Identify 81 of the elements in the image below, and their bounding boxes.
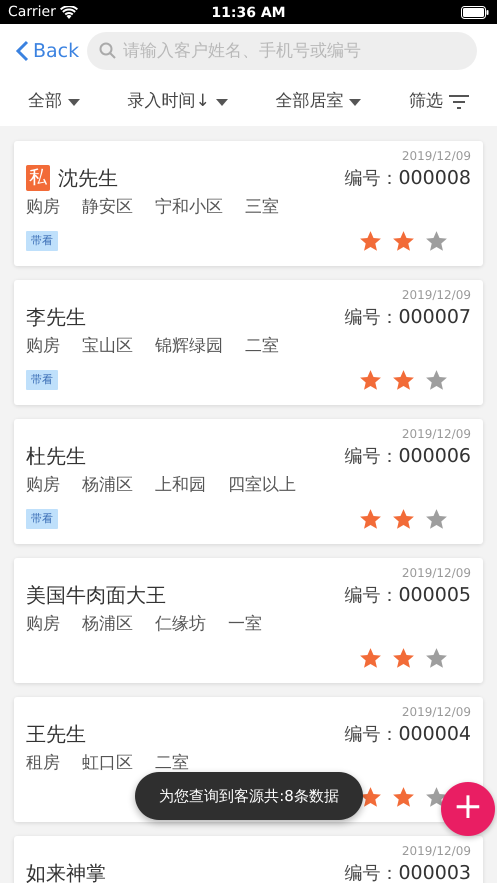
detail-text: 虹口区: [82, 752, 133, 776]
caret-icon: [68, 98, 80, 106]
detail-text: 杨浦区: [82, 613, 133, 636]
tag-badge: 带看: [26, 230, 58, 252]
battery-icon: [461, 6, 489, 18]
chevron-left-icon: [16, 40, 29, 62]
detail-text: 三室: [245, 196, 279, 220]
detail-text: 锦辉绿园: [155, 335, 223, 358]
detail-text: 宝山区: [82, 335, 133, 358]
customer-card[interactable]: 2019/12/09 杜先生 编号：000006 购房 杨浦区 上和园 四室以上 带看: [14, 419, 483, 544]
detail-text: 二室: [245, 335, 279, 358]
number-label: 编号：: [344, 862, 398, 883]
tag-badge: 带看: [26, 508, 58, 530]
date-label: 2019/12/09: [400, 566, 471, 580]
search-icon: [99, 42, 116, 59]
detail-text: 杨浦区: [82, 474, 133, 498]
customer-number: 000004: [398, 722, 471, 747]
customer-name: 如来神掌: [26, 860, 106, 883]
star-filled-icon: [391, 646, 416, 670]
date-label: 2019/12/09: [400, 427, 471, 441]
carrier-label: Carrier: [8, 2, 56, 22]
customer-name: 李先生: [26, 304, 86, 331]
number-label: 编号：: [344, 584, 398, 608]
customer-number: 000003: [398, 860, 471, 883]
date-label: 2019/12/09: [400, 149, 471, 163]
star-filled-icon: [358, 228, 383, 254]
detail-text: 购房: [26, 613, 60, 636]
private-badge: 私: [26, 165, 50, 191]
detail-text: 购房: [26, 474, 60, 498]
detail-text: 宁和小区: [155, 196, 223, 220]
date-label: 2019/12/09: [400, 705, 471, 719]
date-label: 2019/12/09: [400, 288, 471, 302]
star-filled-icon: [358, 506, 383, 532]
star-empty-icon: [424, 506, 449, 532]
customer-card[interactable]: 2019/12/09 美国牛肉面大王 编号：000005 购房 杨浦区 仁缘坊 一室: [14, 558, 483, 683]
number-label: 编号：: [344, 722, 398, 747]
customer-number: 000007: [398, 304, 471, 330]
filter-dropdown[interactable]: 录入时间↓: [128, 89, 228, 115]
number-label: 编号：: [344, 306, 398, 330]
customer-name: 沈先生: [58, 165, 118, 192]
detail-text: 租房: [26, 752, 60, 776]
caret-icon: [216, 98, 228, 106]
customer-name: 杜先生: [26, 443, 86, 470]
date-label: 2019/12/09: [400, 844, 471, 858]
detail-text: 静安区: [82, 196, 133, 220]
star-filled-icon: [358, 646, 383, 670]
customer-number: 000008: [398, 166, 471, 191]
customer-name: 王先生: [26, 721, 86, 748]
wifi-icon: [60, 6, 78, 18]
detail-text: 购房: [26, 335, 60, 358]
customer-name: 美国牛肉面大王: [26, 582, 166, 609]
detail-text: 购房: [26, 196, 60, 220]
status-time: 11:36 AM: [211, 4, 286, 23]
filter-dropdown[interactable]: 全部居室: [275, 89, 362, 115]
query-toast: 为您查询到客源共:8条数据: [135, 772, 363, 820]
customer-card[interactable]: 2019/12/09 如来神掌 编号：000003: [14, 836, 483, 883]
customer-card[interactable]: 2019/12/09 李先生 编号：000007 购房 宝山区 锦辉绿园 二室 带看: [14, 280, 483, 405]
tag-badge: 带看: [26, 370, 58, 390]
detail-text: 上和园: [155, 474, 206, 498]
filter-button[interactable]: 筛选: [408, 89, 469, 115]
star-filled-icon: [391, 784, 416, 810]
customer-number: 000006: [398, 444, 471, 469]
detail-text: 四室以上: [228, 474, 296, 498]
detail-text: 一室: [228, 613, 262, 636]
star-empty-icon: [424, 228, 449, 254]
star-filled-icon: [358, 368, 383, 392]
add-button[interactable]: +: [441, 782, 495, 836]
caret-icon: [349, 98, 362, 106]
star-filled-icon: [391, 228, 416, 254]
detail-text: 仁缘坊: [155, 613, 206, 636]
back-button[interactable]: Back: [16, 36, 80, 66]
star-empty-icon: [424, 646, 449, 670]
number-label: 编号：: [344, 444, 398, 469]
customer-number: 000005: [398, 582, 471, 608]
customer-card[interactable]: 2019/12/09 私 沈先生 编号：000008 购房 静安区 宁和小区 三室 带看: [14, 141, 483, 266]
number-label: 编号：: [344, 166, 398, 191]
star-filled-icon: [391, 506, 416, 532]
star-empty-icon: [424, 368, 449, 392]
star-filled-icon: [391, 368, 416, 392]
filter-dropdown[interactable]: 全部: [28, 89, 80, 115]
filter-icon: [448, 95, 469, 109]
